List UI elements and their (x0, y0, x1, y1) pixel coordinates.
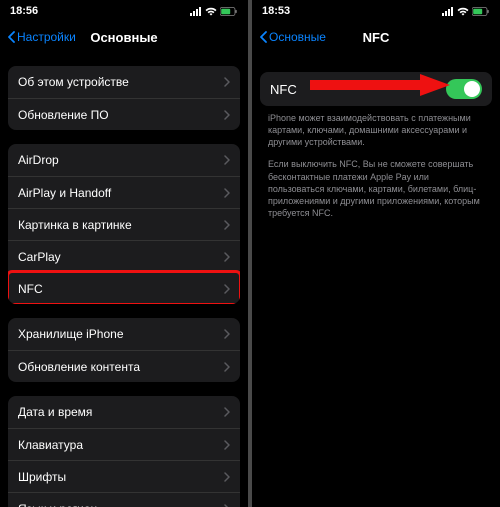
back-button[interactable]: Основные (260, 30, 326, 44)
row-software-update[interactable]: Обновление ПО (8, 98, 240, 130)
nav-bar: Настройки Основные (0, 22, 248, 52)
row-nfc[interactable]: NFC (8, 272, 240, 304)
chevron-right-icon (224, 472, 230, 482)
group-storage: Хранилище iPhone Обновление контента (8, 318, 240, 382)
chevron-right-icon (224, 407, 230, 417)
status-bar: 18:53 (252, 0, 500, 22)
row-label: Об этом устройстве (18, 75, 129, 89)
row-about[interactable]: Об этом устройстве (8, 66, 240, 98)
toggle-label: NFC (270, 82, 297, 97)
status-bar: 18:56 (0, 0, 248, 22)
chevron-right-icon (224, 155, 230, 165)
chevron-right-icon (224, 440, 230, 450)
chevron-right-icon (224, 284, 230, 294)
row-label: AirDrop (18, 153, 59, 167)
chevron-right-icon (224, 188, 230, 198)
chevron-right-icon (224, 77, 230, 87)
status-time: 18:53 (262, 5, 290, 17)
chevron-right-icon (224, 110, 230, 120)
row-date-time[interactable]: Дата и время (8, 396, 240, 428)
toggle-knob (464, 81, 480, 97)
signal-icon (190, 7, 202, 16)
phone-right: 18:53 Основные NFC NFC (252, 0, 500, 507)
nav-bar: Основные NFC (252, 22, 500, 52)
back-button[interactable]: Настройки (8, 30, 76, 44)
group-about: Об этом устройстве Обновление ПО (8, 66, 240, 130)
wifi-icon (205, 7, 217, 16)
battery-icon (220, 7, 238, 16)
row-label: Язык и регион (18, 502, 97, 507)
row-label: CarPlay (18, 250, 61, 264)
group-connectivity: AirDrop AirPlay и Handoff Картинка в кар… (8, 144, 240, 304)
settings-list: Об этом устройстве Обновление ПО AirDrop… (0, 52, 248, 507)
group-nfc-toggle: NFC (260, 72, 492, 106)
row-iphone-storage[interactable]: Хранилище iPhone (8, 318, 240, 350)
status-indicators (442, 7, 490, 16)
row-language-region[interactable]: Язык и регион (8, 492, 240, 507)
chevron-right-icon (224, 329, 230, 339)
battery-icon (472, 7, 490, 16)
status-time: 18:56 (10, 5, 38, 17)
row-airdrop[interactable]: AirDrop (8, 144, 240, 176)
row-label: Шрифты (18, 470, 66, 484)
row-keyboard[interactable]: Клавиатура (8, 428, 240, 460)
row-background-refresh[interactable]: Обновление контента (8, 350, 240, 382)
row-label: NFC (18, 282, 43, 296)
back-label: Настройки (17, 30, 76, 44)
row-airplay-handoff[interactable]: AirPlay и Handoff (8, 176, 240, 208)
row-label: Дата и время (18, 405, 92, 419)
back-label: Основные (269, 30, 326, 44)
nfc-description-1: iPhone может взаимодействовать с платежн… (252, 106, 500, 148)
phone-left: 18:56 Настройки Основные Об этом устройс… (0, 0, 248, 507)
row-label: Клавиатура (18, 438, 83, 452)
wifi-icon (457, 7, 469, 16)
nfc-description-2: Если выключить NFC, Вы не сможете соверш… (252, 148, 500, 219)
row-label: Обновление контента (18, 360, 140, 374)
nfc-toggle[interactable] (446, 79, 482, 99)
chevron-right-icon (224, 362, 230, 372)
chevron-right-icon (224, 220, 230, 230)
nfc-settings: NFC iPhone может взаимодействовать с пла… (252, 52, 500, 507)
row-label: Хранилище iPhone (18, 327, 124, 341)
row-label: Обновление ПО (18, 108, 109, 122)
row-fonts[interactable]: Шрифты (8, 460, 240, 492)
chevron-left-icon (260, 31, 267, 43)
chevron-left-icon (8, 31, 15, 43)
row-nfc-toggle: NFC (260, 72, 492, 106)
row-label: AirPlay и Handoff (18, 186, 111, 200)
chevron-right-icon (224, 504, 230, 507)
row-pip[interactable]: Картинка в картинке (8, 208, 240, 240)
group-locale: Дата и время Клавиатура Шрифты Язык и ре… (8, 396, 240, 507)
row-carplay[interactable]: CarPlay (8, 240, 240, 272)
status-indicators (190, 7, 238, 16)
row-label: Картинка в картинке (18, 218, 132, 232)
signal-icon (442, 7, 454, 16)
chevron-right-icon (224, 252, 230, 262)
